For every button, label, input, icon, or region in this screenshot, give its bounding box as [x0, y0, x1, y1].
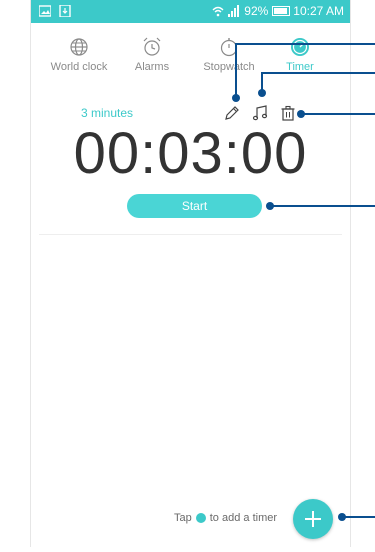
tab-stopwatch[interactable]: Stopwatch	[189, 36, 269, 73]
tab-label: World clock	[50, 61, 108, 73]
battery-icon	[272, 6, 291, 16]
signal-icon	[228, 5, 240, 17]
start-button[interactable]: Start	[127, 194, 262, 218]
hint-text-before: Tap	[174, 512, 192, 524]
download-notification-icon	[59, 5, 71, 17]
add-timer-hint: Tap to add a timer	[174, 512, 277, 524]
timer-name-label[interactable]: 3 minutes	[81, 106, 133, 120]
stopwatch-icon	[220, 38, 238, 57]
plus-dot-icon	[195, 513, 206, 523]
tab-bar: World clock Alarms Stopwatch Timer	[31, 36, 350, 84]
add-timer-button[interactable]	[293, 499, 333, 539]
battery-percent: 92%	[244, 4, 269, 18]
wifi-icon	[212, 6, 224, 17]
tab-world-clock[interactable]: World clock	[39, 36, 119, 73]
timer-icon	[291, 38, 309, 56]
divider	[39, 234, 342, 235]
tab-label: Stopwatch	[203, 61, 255, 73]
tab-timer[interactable]: Timer	[260, 36, 340, 73]
alarm-clock-icon	[143, 37, 161, 56]
phone-screen: 92% 10:27 AM World clock Alarms Stopwatc…	[30, 0, 351, 547]
globe-icon	[70, 38, 88, 56]
status-bar: 92% 10:27 AM	[31, 0, 350, 23]
tab-label: Alarms	[134, 61, 170, 73]
clock-time: 10:27 AM	[293, 4, 344, 18]
hint-text-after: to add a timer	[209, 512, 278, 524]
tab-label: Timer	[286, 61, 314, 73]
tab-alarms[interactable]: Alarms	[112, 36, 192, 73]
timer-display[interactable]: 00:03:00	[31, 120, 350, 187]
image-notification-icon	[39, 5, 51, 17]
